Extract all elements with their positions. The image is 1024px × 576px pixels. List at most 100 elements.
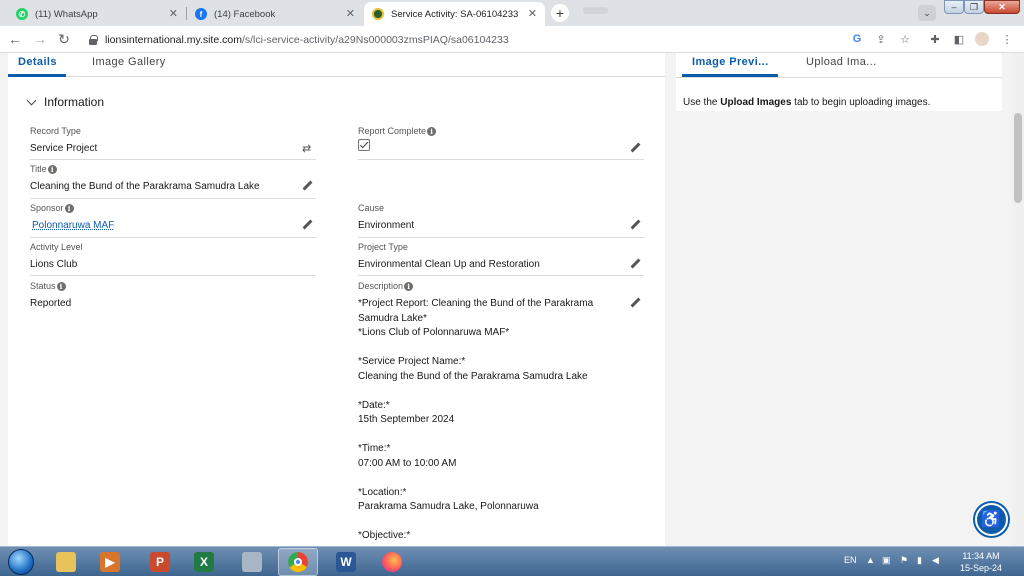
start-button[interactable] xyxy=(2,547,40,576)
calculator-icon xyxy=(242,552,262,572)
divider xyxy=(358,159,644,160)
taskbar-media-player[interactable]: ▶ xyxy=(90,548,130,576)
description-line xyxy=(358,341,628,356)
sponsor-link[interactable]: Polonnaruwa MAF xyxy=(32,219,114,234)
tab-service-activity[interactable]: Service Activity: SA-06104233 ✕ xyxy=(364,2,545,26)
menu-kebab-icon[interactable]: ⋮ xyxy=(1000,32,1014,46)
taskbar-chrome[interactable] xyxy=(278,548,318,576)
powerpoint-icon: P xyxy=(150,552,170,572)
info-icon[interactable]: i xyxy=(404,281,414,291)
divider xyxy=(30,275,316,276)
taskbar-explorer[interactable] xyxy=(46,548,86,576)
divider xyxy=(30,237,316,238)
record-detail-panel: Details Image Gallery Information Record… xyxy=(8,53,665,546)
page-scrollbar[interactable] xyxy=(1012,53,1024,546)
share-icon[interactable]: ⇪ xyxy=(874,32,888,46)
description-line: *Date:* xyxy=(358,399,390,411)
forward-button[interactable]: → xyxy=(31,30,49,48)
volume-icon[interactable]: ◀ xyxy=(932,555,939,566)
taskbar-word[interactable]: W xyxy=(326,548,366,576)
field-label-row: Sponsor i xyxy=(30,203,316,213)
tab-upload-images[interactable]: Upload Ima... xyxy=(806,56,877,68)
address-bar[interactable]: lionsinternational.my.site.com/s/lci-ser… xyxy=(80,29,920,50)
maximize-button[interactable]: ❐ xyxy=(964,0,984,14)
info-icon[interactable]: i xyxy=(47,164,57,174)
google-icon[interactable]: G xyxy=(850,32,864,46)
description-line: *Service Project Name:* xyxy=(358,356,466,367)
edit-pencil-icon[interactable] xyxy=(302,181,313,192)
information-section-header[interactable]: Information xyxy=(26,95,105,109)
network-signal-icon[interactable]: ▮ xyxy=(917,555,922,566)
edit-pencil-icon[interactable] xyxy=(630,298,641,309)
edit-pencil-icon[interactable] xyxy=(630,220,641,231)
taskbar-clock[interactable]: 11:34 AM 15-Sep-24 xyxy=(948,550,1014,574)
edit-pencil-icon[interactable] xyxy=(302,220,313,231)
scrollbar-thumb[interactable] xyxy=(1014,113,1022,203)
extensions-icon[interactable]: ✚ xyxy=(928,32,942,46)
field-label: Status xyxy=(30,281,56,291)
back-button[interactable]: ← xyxy=(6,30,24,48)
device-icon[interactable]: ▣ xyxy=(882,555,891,566)
change-record-type-icon[interactable]: ⇄ xyxy=(302,142,311,155)
info-icon[interactable]: i xyxy=(427,126,437,136)
lock-icon xyxy=(89,34,98,45)
clock-time: 11:34 AM xyxy=(962,551,1000,561)
chrome-icon xyxy=(288,552,308,572)
info-icon[interactable]: i xyxy=(64,203,74,213)
hint-prefix: Use the xyxy=(683,97,721,108)
reload-button[interactable]: ↻ xyxy=(55,30,73,48)
taskbar-excel[interactable]: X xyxy=(184,548,224,576)
field-label-row: Title i xyxy=(30,164,316,174)
divider xyxy=(30,198,316,199)
divider xyxy=(358,237,644,238)
taskbar-powerpoint[interactable]: P xyxy=(140,548,180,576)
field-label: Project Type xyxy=(358,242,408,252)
tab-details[interactable]: Details xyxy=(18,56,57,68)
field-value: Cleaning the Bund of the Parakrama Samud… xyxy=(30,181,260,192)
bookmark-star-icon[interactable]: ☆ xyxy=(898,32,912,46)
tab-facebook[interactable]: f (14) Facebook ✕ xyxy=(187,2,363,26)
section-title: Information xyxy=(44,95,105,109)
restore-icon: ❐ xyxy=(969,1,979,12)
taskbar-firefox[interactable] xyxy=(372,548,412,576)
record-tabs: Details Image Gallery xyxy=(8,53,665,77)
close-icon[interactable]: ✕ xyxy=(528,7,537,20)
accessibility-button[interactable]: ♿ xyxy=(975,503,1008,536)
hint-bold: Upload Images xyxy=(720,97,792,108)
field-sponsor: Sponsor i Polonnaruwa MAF xyxy=(30,203,316,234)
edit-pencil-icon[interactable] xyxy=(630,143,641,154)
field-label: Description xyxy=(358,281,404,291)
language-indicator[interactable]: EN xyxy=(844,555,857,565)
action-center-flag-icon[interactable]: ⚑ xyxy=(900,555,908,566)
new-tab-button[interactable]: + xyxy=(551,4,569,22)
tab-image-gallery[interactable]: Image Gallery xyxy=(92,56,166,68)
chevron-down-icon: ⌄ xyxy=(923,8,931,18)
close-window-button[interactable]: ✕ xyxy=(984,0,1020,14)
close-icon[interactable]: ✕ xyxy=(346,7,355,20)
info-icon[interactable]: i xyxy=(56,281,66,291)
edit-pencil-icon[interactable] xyxy=(630,259,641,270)
report-complete-checkbox[interactable] xyxy=(358,139,370,151)
show-hidden-icons-icon[interactable]: ▲ xyxy=(866,555,875,565)
side-panel-icon[interactable]: ◧ xyxy=(952,32,966,46)
taskbar-calculator[interactable] xyxy=(232,548,272,576)
tab-image-preview[interactable]: Image Previ... xyxy=(692,56,769,68)
description-text: *Project Report: Cleaning the Bund of th… xyxy=(358,297,628,544)
close-icon[interactable]: ✕ xyxy=(169,7,178,20)
blurred-tab-placeholder xyxy=(583,7,608,14)
arrow-left-icon: ← xyxy=(8,31,22,47)
browser-tab-strip: ✆ (11) WhatsApp ✕ f (14) Facebook ✕ Serv… xyxy=(0,0,1024,26)
whatsapp-icon: ✆ xyxy=(16,8,28,20)
browser-toolbar: ← → ↻ lionsinternational.my.site.com/s/l… xyxy=(0,26,1024,53)
divider xyxy=(676,77,1002,78)
chevron-down-icon xyxy=(26,95,37,106)
tab-search-button[interactable]: ⌄ xyxy=(918,5,936,21)
excel-icon: X xyxy=(194,552,214,572)
description-line: Parakrama Samudra Lake, Polonnaruwa xyxy=(358,501,539,512)
tab-whatsapp[interactable]: ✆ (11) WhatsApp ✕ xyxy=(8,2,186,26)
avatar[interactable] xyxy=(975,32,989,46)
field-activity-level: Activity Level Lions Club xyxy=(30,242,316,273)
minimize-button[interactable]: – xyxy=(944,0,964,14)
description-line xyxy=(358,471,628,486)
field-label: Activity Level xyxy=(30,242,83,252)
